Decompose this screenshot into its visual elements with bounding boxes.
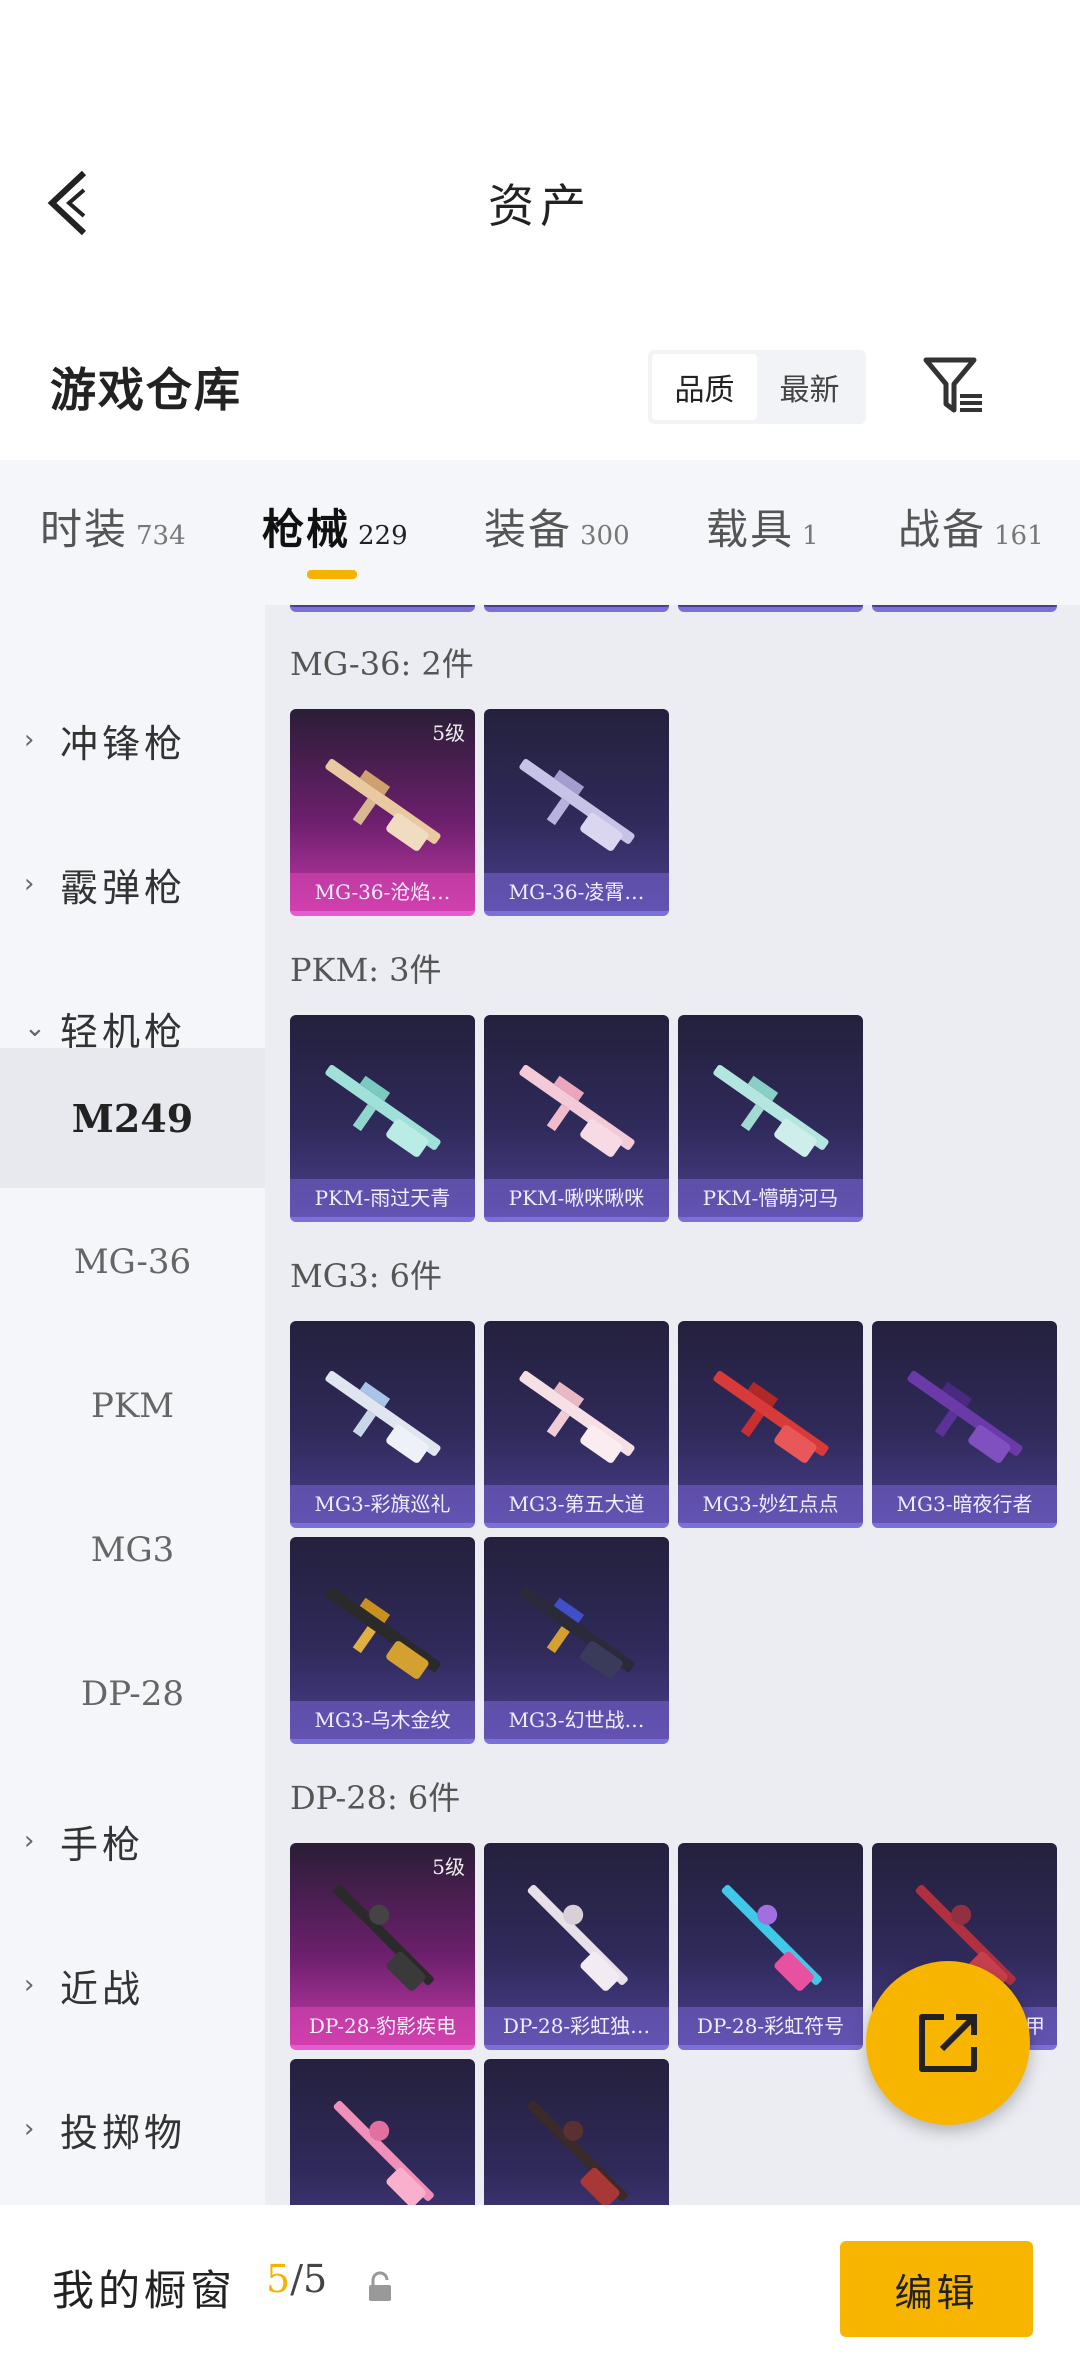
sidebar-subitem-pkm[interactable]: PKM: [0, 1336, 265, 1476]
sort-quality-button[interactable]: 品质: [652, 354, 757, 420]
gun-icon: [907, 1371, 1023, 1463]
weapon-card[interactable]: MG3-第五大道: [484, 1321, 669, 1528]
sidebar-subitem-dp28[interactable]: DP-28: [0, 1624, 265, 1764]
weapon-card[interactable]: MG3-幻世战…: [484, 1537, 669, 1744]
gun-icon: [527, 1884, 628, 1991]
gun-icon: [325, 1065, 441, 1157]
weapon-type-sidebar: › 冲锋枪 › 霰弹枪 ⌄ 轻机枪 M249 MG-36 PKM MG3 DP-28 …: [0, 605, 265, 2205]
filter-icon[interactable]: [922, 356, 984, 414]
chevron-right-icon: ›: [24, 2114, 35, 2144]
sidebar-item-smg[interactable]: › 冲锋枪: [0, 685, 265, 795]
gun-icon: [721, 1884, 822, 1991]
sidebar-item-throwable[interactable]: › 投掷物: [0, 2074, 265, 2184]
sidebar-item-pistol[interactable]: › 手枪: [0, 1786, 265, 1896]
chevron-right-icon: ›: [24, 1826, 35, 1856]
gun-icon: [325, 759, 441, 851]
gun-icon: [519, 1371, 635, 1463]
page-title: 资产: [488, 179, 592, 233]
group-title-dp28: DP-28: 6件: [290, 1779, 461, 1817]
weapon-card[interactable]: PKM-啾咪啾咪: [484, 1015, 669, 1222]
weapon-card[interactable]: [484, 605, 669, 612]
weapon-card[interactable]: DP-28-彩虹独…: [484, 1843, 669, 2050]
gun-icon: [713, 1065, 829, 1157]
showcase-count: 5/5: [266, 2257, 328, 2301]
weapon-card[interactable]: MG3-妙红点点: [678, 1321, 863, 1528]
category-tabs: 时装 734 枪械 229 装备 300 载具 1 战备 161: [0, 460, 1080, 605]
chevron-right-icon: ›: [24, 1970, 35, 2000]
lock-icon: [369, 2271, 391, 2301]
sidebar-subitem-mg3[interactable]: MG3: [0, 1480, 265, 1620]
bottom-bar: 我的橱窗 5/5 编辑: [0, 2205, 1080, 2373]
chevron-right-icon: ›: [24, 725, 35, 755]
tab-supplies[interactable]: 战备 161: [898, 496, 1044, 557]
weapon-card[interactable]: MG3-彩旗巡礼: [290, 1321, 475, 1528]
weapon-card[interactable]: PKM-懵萌河马: [678, 1015, 863, 1222]
share-external-icon: [919, 2014, 977, 2072]
sidebar-subitem-m249[interactable]: M249: [0, 1048, 265, 1188]
top-bar: 资产: [0, 0, 1080, 300]
chevron-down-icon: ⌄: [24, 1013, 46, 1043]
gun-icon: [333, 2100, 434, 2205]
active-tab-indicator: [307, 570, 357, 579]
weapon-card[interactable]: PKM-雨过天青: [290, 1015, 475, 1222]
group-title-pkm: PKM: 3件: [290, 951, 442, 989]
weapon-card[interactable]: 5级 MG-36-沧焰…: [290, 709, 475, 916]
sidebar-subitem-mg36[interactable]: MG-36: [0, 1192, 265, 1332]
weapon-card[interactable]: [290, 605, 475, 612]
sort-newest-button[interactable]: 最新: [757, 354, 862, 420]
tab-equipment[interactable]: 装备 300: [484, 496, 630, 557]
gun-icon: [713, 1371, 829, 1463]
gun-icon: [527, 2100, 628, 2205]
gun-icon: [519, 1065, 635, 1157]
tab-vehicles[interactable]: 载具 1: [706, 496, 819, 557]
sort-toggle: 品质 最新: [648, 350, 866, 424]
weapon-card[interactable]: MG3-暗夜行者: [872, 1321, 1057, 1528]
edit-button[interactable]: 编辑: [840, 2241, 1033, 2337]
weapon-card[interactable]: [678, 605, 863, 612]
gun-icon: [325, 1587, 441, 1679]
warehouse-title: 游戏仓库: [50, 363, 242, 417]
gun-icon: [519, 759, 635, 851]
share-button[interactable]: [866, 1961, 1030, 2125]
weapon-card[interactable]: [484, 2059, 669, 2205]
chevron-right-icon: ›: [24, 869, 35, 899]
tab-fashion[interactable]: 时装 734: [40, 496, 186, 557]
sidebar-item-melee[interactable]: › 近战: [0, 1930, 265, 2040]
gun-icon: [333, 1884, 434, 1991]
group-title-mg3: MG3: 6件: [290, 1257, 443, 1295]
weapon-card[interactable]: [290, 2059, 475, 2205]
gun-icon: [325, 1371, 441, 1463]
showcase-label: 我的橱窗: [52, 2266, 237, 2315]
group-title-mg36: MG-36: 2件: [290, 645, 474, 683]
weapon-card[interactable]: MG3-乌木金纹: [290, 1537, 475, 1744]
sidebar-item-shotgun[interactable]: › 霰弹枪: [0, 829, 265, 939]
weapon-card[interactable]: DP-28-彩虹符号: [678, 1843, 863, 2050]
weapon-card[interactable]: MG-36-凌霄…: [484, 709, 669, 916]
weapon-card[interactable]: 5级 DP-28-豹影疾电: [290, 1843, 475, 2050]
tab-weapons[interactable]: 枪械 229: [262, 496, 408, 557]
gun-icon: [519, 1587, 635, 1679]
weapon-card[interactable]: [872, 605, 1057, 612]
